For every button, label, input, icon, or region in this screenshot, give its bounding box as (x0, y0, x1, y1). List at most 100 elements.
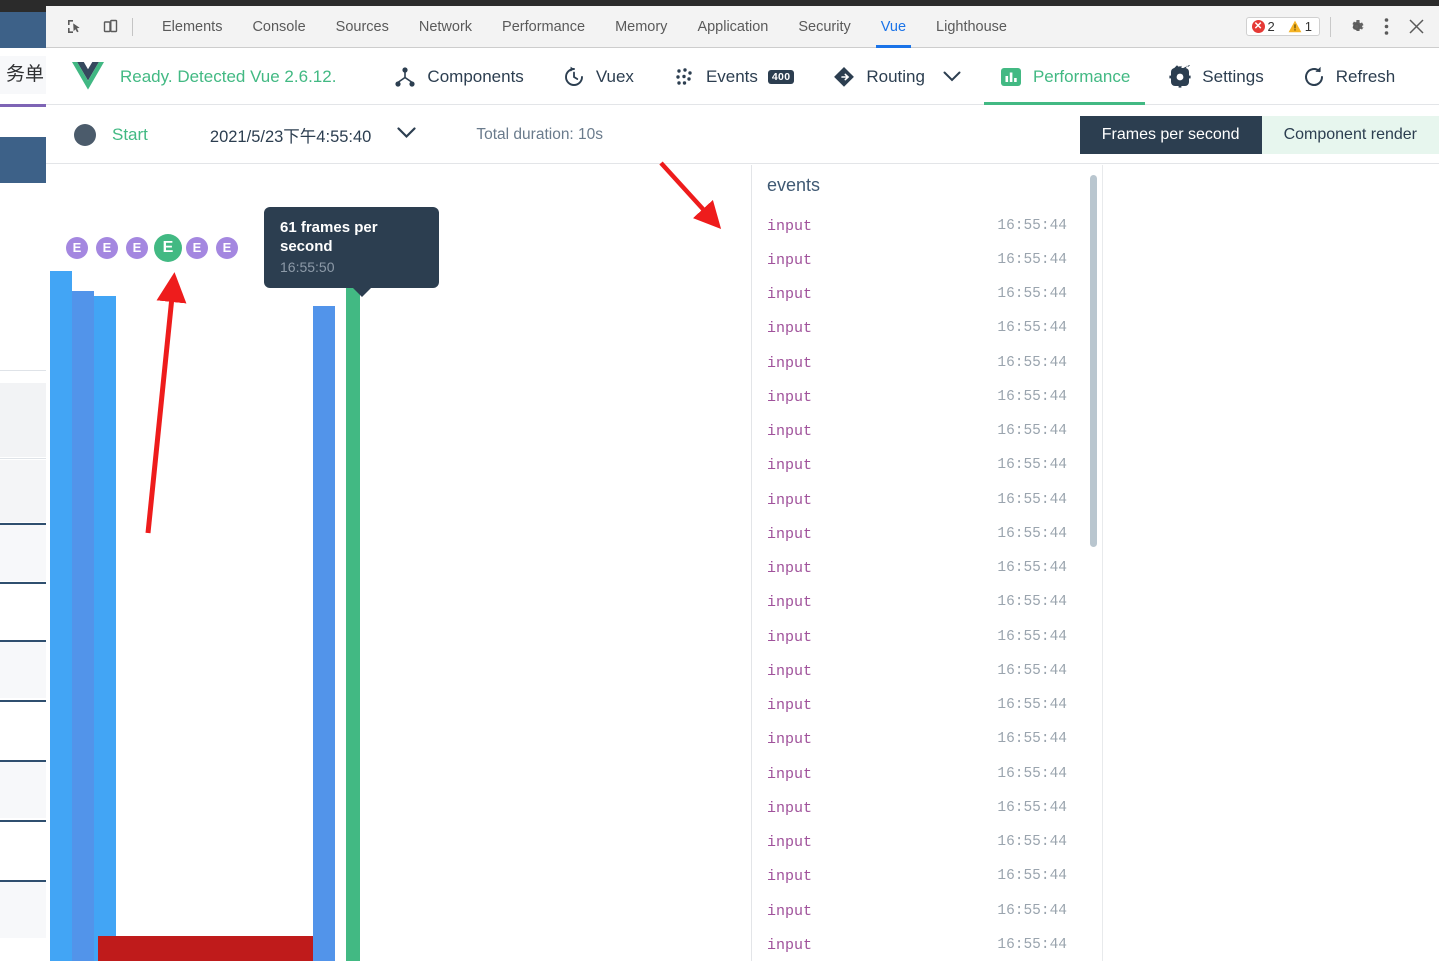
event-name: input (767, 662, 813, 680)
event-marker[interactable]: E (186, 237, 208, 259)
event-marker[interactable]: E (96, 237, 118, 259)
event-list-item[interactable]: input 16:55:44 (753, 311, 1085, 345)
event-name: input (767, 388, 813, 406)
vue-nav-settings[interactable]: Settings (1149, 49, 1282, 105)
event-name: input (767, 696, 813, 714)
fps-bar (94, 296, 116, 961)
tab-elements[interactable]: Elements (147, 6, 237, 48)
vue-nav-vuex[interactable]: Vuex (543, 49, 653, 105)
record-label[interactable]: Start (112, 125, 148, 145)
close-icon[interactable] (1401, 12, 1431, 42)
event-list-item[interactable]: input 16:55:44 (753, 654, 1085, 688)
tab-application[interactable]: Application (682, 6, 783, 48)
total-duration-label: Total duration: 10s (476, 125, 604, 143)
event-list-item[interactable]: input 16:55:44 (753, 928, 1085, 961)
recordings-dropdown-chevron-down-icon[interactable] (397, 126, 416, 144)
event-list-item[interactable]: input 16:55:44 (753, 414, 1085, 448)
event-list-item[interactable]: input 16:55:44 (753, 620, 1085, 654)
tab-console[interactable]: Console (237, 6, 320, 48)
devtools-toolbar-right: ✕ 2 1 (1245, 12, 1439, 42)
event-list-item[interactable]: input 16:55:44 (753, 483, 1085, 517)
vuex-history-icon (562, 65, 586, 89)
fps-bar (313, 306, 335, 961)
event-marker-selected[interactable]: E (154, 234, 182, 262)
vue-logo-icon (70, 60, 106, 94)
event-list-item[interactable]: input 16:55:44 (753, 825, 1085, 859)
event-time: 16:55:44 (997, 286, 1067, 302)
event-name: input (767, 730, 813, 748)
toolbar-divider (132, 17, 133, 36)
event-marker[interactable]: E (66, 237, 88, 259)
tooltip-arrow (353, 288, 371, 297)
tab-memory[interactable]: Memory (600, 6, 682, 48)
tooltip-title: 61 frames per second (280, 219, 378, 255)
event-name: input (767, 936, 813, 954)
event-list-item[interactable]: input 16:55:44 (753, 688, 1085, 722)
devtools-tab-list: Elements Console Sources Network Perform… (147, 6, 1022, 48)
vue-nav-label: Settings (1202, 66, 1264, 86)
vue-nav-label: Events (705, 66, 758, 86)
events-badge: 400 (767, 69, 795, 84)
event-time: 16:55:44 (997, 594, 1067, 610)
event-list-item[interactable]: input 16:55:44 (753, 859, 1085, 893)
event-marker[interactable]: E (216, 237, 238, 259)
vue-nav-refresh[interactable]: Refresh (1283, 49, 1415, 105)
vue-nav: Components Vuex Events 400 Routing Perfo… (374, 49, 1414, 105)
error-count: 2 (1267, 19, 1275, 34)
event-time: 16:55:44 (997, 697, 1067, 713)
inspect-element-icon[interactable] (60, 14, 88, 40)
record-button[interactable] (74, 123, 96, 146)
gear-icon[interactable] (1341, 12, 1371, 42)
event-list-item[interactable]: input 16:55:44 (753, 448, 1085, 482)
event-list-item[interactable]: input 16:55:44 (753, 757, 1085, 791)
issues-counter[interactable]: ✕ 2 1 (1245, 17, 1320, 36)
event-list-item[interactable]: input 16:55:44 (753, 346, 1085, 380)
segment-frames-per-second[interactable]: Frames per second (1079, 115, 1262, 154)
tab-sources[interactable]: Sources (321, 6, 404, 48)
device-toolbar-icon[interactable] (96, 14, 124, 40)
vue-nav-label: Refresh (1335, 66, 1396, 86)
events-scrollbar[interactable] (1090, 175, 1097, 547)
page-row (0, 460, 46, 522)
vue-nav-routing[interactable]: Routing (813, 49, 980, 105)
event-name: input (767, 799, 813, 817)
fps-chart[interactable]: E E E E E E 61 frames per second 16:55:5… (46, 165, 752, 961)
page-row-separator (0, 820, 46, 822)
vue-nav-performance[interactable]: Performance (980, 49, 1149, 105)
tab-vue[interactable]: Vue (866, 6, 921, 48)
vue-nav-components[interactable]: Components (374, 49, 542, 105)
event-name: input (767, 525, 813, 543)
event-marker[interactable]: E (126, 237, 148, 259)
event-list-item[interactable]: input 16:55:44 (753, 243, 1085, 277)
page-row-separator (0, 700, 46, 702)
event-list-item[interactable]: input 16:55:44 (753, 517, 1085, 551)
tab-security[interactable]: Security (783, 6, 865, 48)
event-list-item[interactable]: input 16:55:44 (753, 585, 1085, 619)
event-name: input (767, 319, 813, 337)
page-row (0, 762, 46, 818)
event-name: input (767, 491, 813, 509)
vue-nav-events[interactable]: Events 400 (653, 49, 813, 105)
tooltip-time: 16:55:50 (280, 259, 335, 275)
event-list-item[interactable]: input 16:55:44 (753, 209, 1085, 243)
event-time: 16:55:44 (997, 218, 1067, 234)
event-time: 16:55:44 (997, 903, 1067, 919)
event-list-item[interactable]: input 16:55:44 (753, 380, 1085, 414)
event-list-item[interactable]: input 16:55:44 (753, 722, 1085, 756)
event-list-item[interactable]: input 16:55:44 (753, 791, 1085, 825)
event-list-item[interactable]: input 16:55:44 (753, 277, 1085, 311)
tab-network[interactable]: Network (404, 6, 487, 48)
tab-performance[interactable]: Performance (487, 6, 600, 48)
fps-bar (50, 271, 72, 961)
chevron-down-icon[interactable] (943, 67, 961, 87)
event-list-item[interactable]: input 16:55:44 (753, 551, 1085, 585)
segment-component-render[interactable]: Component render (1261, 115, 1439, 154)
performance-bars-icon (999, 65, 1023, 89)
event-name: input (767, 765, 813, 783)
event-time: 16:55:44 (997, 766, 1067, 782)
tab-lighthouse[interactable]: Lighthouse (921, 6, 1022, 48)
event-list-item[interactable]: input 16:55:44 (753, 894, 1085, 928)
fps-bar-hovered (346, 278, 360, 961)
more-options-icon[interactable] (1371, 12, 1401, 42)
recording-timestamp: 2021/5/23下午4:55:40 (209, 127, 372, 146)
